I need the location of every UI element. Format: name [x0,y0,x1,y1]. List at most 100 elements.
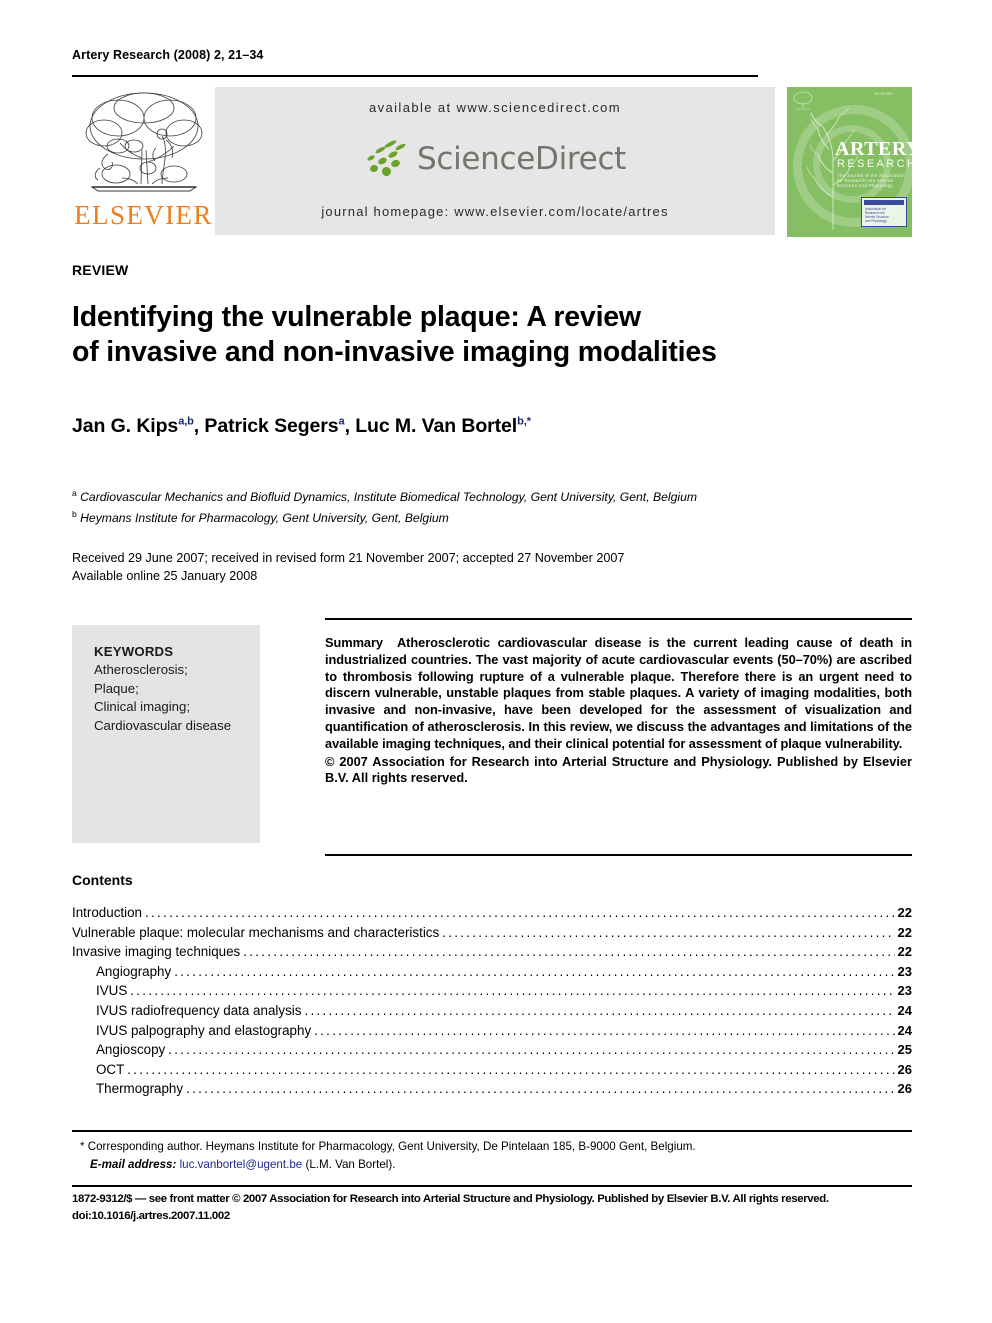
cover-badge-bar [864,200,904,205]
author-name: Patrick Segers [204,415,339,437]
abstract-text: Summary Atherosclerotic cardiovascular di… [325,635,912,753]
toc-entry-page: 25 [897,1042,912,1058]
affiliation-item: a Cardiovascular Mechanics and Biofluid … [72,485,912,506]
contents-heading: Contents [72,872,133,888]
author-separator: , [193,415,205,437]
toc-entry-label: Angioscopy [96,1042,166,1058]
available-at-text: available at www.sciencedirect.com [368,100,622,115]
email-link[interactable]: luc.vanbortel@ugent.be [180,1158,303,1171]
toc-entry-page: 23 [897,963,912,979]
toc-entry-label: Thermography [96,1081,184,1097]
toc-entry[interactable]: IVUS....................................… [72,981,912,1001]
cover-society-badge: Association for Research into Arterial S… [861,197,907,227]
email-owner: (L.M. Van Bortel). [305,1157,396,1171]
author-name: Luc M. Van Bortel [355,415,518,437]
elsevier-logo: ELSEVIER [72,86,215,238]
sciencedirect-leaf-icon [364,139,410,181]
toc-entry[interactable]: Vulnerable plaque: molecular mechanisms … [72,923,912,943]
affiliation-mark: a [72,488,77,498]
affiliation-text: Cardiovascular Mechanics and Biofluid Dy… [80,490,698,505]
cover-elsevier-logo-icon [793,91,813,110]
keywords-box: KEYWORDS Atherosclerosis; Plaque; Clinic… [72,625,260,843]
cover-tagline: The Journal of the Association for Resea… [837,173,905,188]
keywords-heading: KEYWORDS [94,644,174,659]
email-note: E-mail address: luc.vanbortel@ugent.be (… [80,1156,920,1174]
toc-entry[interactable]: IVUS palpography and elastography.......… [72,1021,912,1041]
toc-entry[interactable]: Angiography.............................… [72,962,912,982]
toc-entry-label: Introduction [72,905,142,920]
keywords-content: KEYWORDS Atherosclerosis; Plaque; Clinic… [94,643,254,735]
toc-leader-dots: ........................................… [127,1061,894,1077]
cover-badge-text: Association for Research into Arterial S… [865,207,889,223]
cover-title: ARTERY [835,138,912,160]
elsevier-wordmark: ELSEVIER [74,200,213,230]
abstract-summary: Atherosclerotic cardiovascular disease i… [325,635,912,751]
masthead: ELSEVIER available at www.sciencedirect.… [72,86,912,238]
keyword-item: Plaque; [94,680,139,696]
keyword-item: Cardiovascular disease [94,717,232,733]
toc-entry-page: 26 [897,1061,912,1077]
toc-entry[interactable]: Invasive imaging techniques.............… [72,942,912,962]
author-entry: Jan G. Kipsa,b [72,415,194,437]
toc-entry-page: 26 [897,1081,912,1097]
imprint-rule [72,1185,912,1187]
toc-leader-dots: ........................................… [144,905,895,920]
affiliation-list: a Cardiovascular Mechanics and Biofluid … [72,485,912,527]
sciencedirect-wordmark: ScienceDirect [416,141,627,177]
author-separator: , [344,415,356,437]
sciencedirect-logo: ScienceDirect [215,133,775,185]
doi-line: doi:10.1016/j.artres.2007.11.002 [72,1209,230,1222]
toc-leader-dots: ........................................… [186,1081,894,1097]
toc-entry-page: 22 [897,924,912,940]
abstract-bottom-rule [325,854,912,856]
abstract-block: Summary Atherosclerotic cardiovascular di… [325,618,912,787]
abstract-top-rule [325,618,912,620]
sciencedirect-band: available at www.sciencedirect.com Scien… [215,87,775,235]
toc-entry[interactable]: Introduction............................… [72,903,912,923]
article-history: Received 29 June 2007; received in revis… [72,550,912,585]
toc-entry-page: 24 [897,1002,912,1018]
abstract-copyright: © 2007 Association for Research into Art… [325,753,912,786]
page-title: Identifying the vulnerable plaque: A rev… [72,300,912,370]
toc-leader-dots: ........................................… [243,944,895,960]
toc-leader-dots: ........................................… [304,1002,895,1018]
toc-entry[interactable]: OCT.....................................… [72,1060,912,1080]
toc-entry[interactable]: Thermography............................… [72,1079,912,1099]
table-of-contents: Introduction............................… [72,903,912,1099]
corresponding-author-note: * Corresponding author. Heymans Institut… [80,1140,696,1153]
footnote-block: * Corresponding author. Heymans Institut… [80,1138,920,1173]
keyword-item: Clinical imaging; [94,699,191,715]
title-line-2: of invasive and non-invasive imaging mod… [72,336,717,368]
toc-entry-page: 22 [897,944,912,960]
toc-entry-label: IVUS [96,983,128,999]
author-entry: Luc M. Van Bortelb,* [355,415,531,437]
available-online-date: Available online 25 January 2008 [72,568,258,583]
imprint-block: 1872-9312/$ — see front matter © 2007 As… [72,1191,917,1224]
running-head-rule [72,75,758,77]
affiliation-mark: b [72,509,77,520]
author-list: Jan G. Kipsa,b, Patrick Segersa, Luc M. … [72,415,912,438]
toc-leader-dots: ........................................… [314,1022,894,1038]
article-first-page: Artery Research (2008) 2, 21–34 ELSEVIER… [0,0,992,1323]
title-line-1: Identifying the vulnerable plaque: A rev… [72,301,641,333]
toc-entry-label: OCT [96,1061,125,1077]
toc-leader-dots: ........................................… [130,983,895,999]
author-name: Jan G. Kips [72,415,179,437]
toc-entry-page: 22 [897,905,912,920]
journal-homepage-text: journal homepage: www.elsevier.com/locat… [321,204,669,219]
toc-leader-dots: ........................................… [174,963,894,979]
toc-entry[interactable]: IVUS radiofrequency data analysis.......… [72,1001,912,1021]
toc-entry-label: IVUS palpography and elastography [96,1022,312,1038]
cover-imprint-text: ELSEVIER [875,92,893,96]
journal-cover-thumbnail: ELSEVIER ARTERY RESEARCH The Journal of … [787,87,912,237]
toc-entry[interactable]: Angioscopy..............................… [72,1040,912,1060]
abstract-label: Summary [325,635,383,650]
keyword-item: Atherosclerosis; [94,662,188,678]
toc-leader-dots: ........................................… [168,1042,894,1058]
footnote-rule [72,1130,912,1132]
affiliation-item: b Heymans Institute for Pharmacology, Ge… [72,506,912,527]
toc-leader-dots: ........................................… [442,924,894,940]
author-affil-marks: b,* [517,415,531,428]
toc-entry-label: Vulnerable plaque: molecular mechanisms … [72,924,440,940]
author-affil-marks: a,b [178,415,194,428]
